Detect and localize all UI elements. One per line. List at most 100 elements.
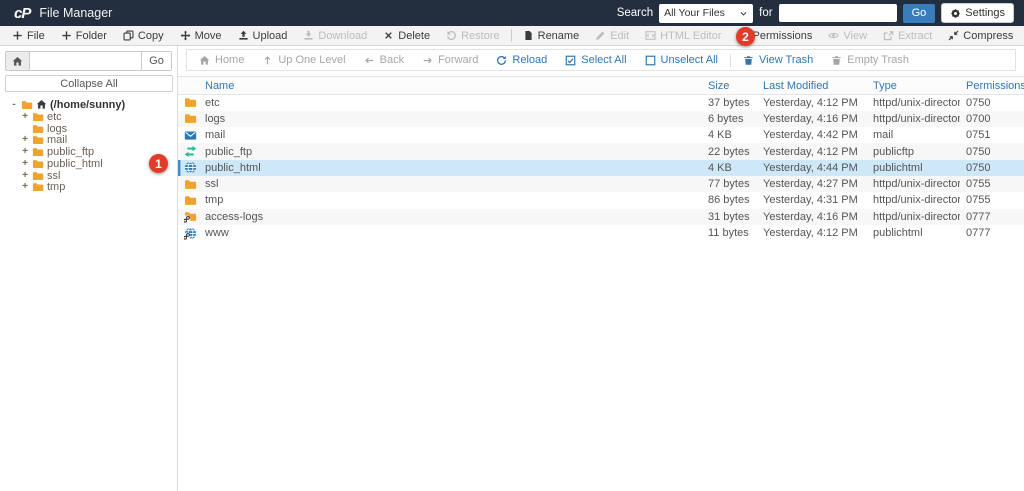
- extract-button-label: Extract: [898, 29, 933, 42]
- trash-icon: [831, 55, 842, 66]
- cpanel-logo: cP: [14, 4, 31, 22]
- column-header-permissions[interactable]: Permissions: [960, 76, 1024, 95]
- folder-button[interactable]: Folder: [53, 26, 115, 45]
- folder-button-label: Folder: [75, 29, 107, 42]
- file-last-modified: Yesterday, 4:27 PM: [763, 178, 858, 191]
- toolbar-separator: [730, 53, 732, 67]
- expand-expander[interactable]: +: [21, 111, 29, 122]
- nav-select-all-button[interactable]: Select All: [556, 54, 635, 66]
- tree-item-label: tmp: [47, 181, 66, 194]
- path-input[interactable]: [30, 52, 141, 70]
- compress-button-label: Compress: [963, 29, 1014, 42]
- table-row[interactable]: www 11 bytes Yesterday, 4:12 PM publichtml 0…: [178, 225, 1024, 241]
- page-title: File Manager: [39, 6, 113, 20]
- file-last-modified: Yesterday, 4:12 PM: [763, 145, 858, 158]
- copy-button[interactable]: Copy: [115, 26, 172, 45]
- globe-link-icon: [184, 227, 197, 240]
- edit-button: Edit: [587, 26, 637, 45]
- file-name: public_html: [205, 161, 261, 174]
- copy-icon: [123, 30, 134, 41]
- tree-item-mail[interactable]: + mail: [0, 134, 177, 146]
- search-go-button[interactable]: Go: [902, 3, 936, 23]
- upload-button[interactable]: Upload: [230, 26, 296, 45]
- search-term-input[interactable]: [778, 4, 897, 22]
- nav-back-label: Back: [379, 54, 405, 66]
- edit-button-label: Edit: [610, 29, 630, 42]
- column-header-size[interactable]: Size: [702, 76, 757, 95]
- column-header-name[interactable]: Name: [178, 76, 702, 95]
- extract-button: Extract: [875, 26, 940, 45]
- nav-view-trash-button[interactable]: View Trash: [734, 54, 822, 66]
- restore-button: Restore: [438, 26, 508, 45]
- tree-item-tmp[interactable]: + tmp: [0, 181, 177, 194]
- search-label: Search: [616, 7, 654, 19]
- path-input-group: Go: [5, 51, 172, 71]
- reload-icon: [496, 55, 507, 66]
- table-row[interactable]: ssl 77 bytes Yesterday, 4:27 PM httpd/unix-…: [178, 175, 1024, 193]
- expand-expander[interactable]: +: [21, 135, 29, 145]
- file-last-modified: Yesterday, 4:44 PM: [763, 161, 858, 174]
- file-name: etc: [205, 96, 220, 109]
- home-icon: [12, 56, 23, 67]
- toolbar-separator: [510, 29, 512, 42]
- table-row[interactable]: logs 6 bytes Yesterday, 4:16 PM httpd/unix-…: [178, 110, 1024, 128]
- nav-empty-trash-button: Empty Trash: [822, 54, 918, 66]
- table-row[interactable]: mail 4 KB Yesterday, 4:42 PM mail 0751: [178, 127, 1024, 143]
- file-size: 6 bytes: [708, 112, 744, 125]
- delete-button-label: Delete: [398, 29, 431, 42]
- folder-open-icon: [21, 99, 33, 111]
- file-size: 22 bytes: [708, 145, 750, 158]
- tree-item-logs[interactable]: logs: [0, 123, 177, 135]
- table-row[interactable]: access-logs 31 bytes Yesterday, 4:16 PM htt…: [178, 208, 1024, 225]
- delete-button[interactable]: Delete: [375, 26, 438, 45]
- file-type: mail: [873, 129, 894, 142]
- tree-item-etc[interactable]: + etc: [0, 111, 177, 123]
- expand-expander[interactable]: +: [21, 182, 29, 192]
- rename-button-label: Rename: [537, 29, 580, 42]
- download-button-label: Download: [318, 29, 368, 42]
- folder-icon: [32, 181, 44, 193]
- move-button[interactable]: Move: [172, 26, 230, 45]
- rename-button[interactable]: Rename: [515, 26, 588, 45]
- expand-expander[interactable]: +: [21, 158, 29, 169]
- settings-button[interactable]: Settings: [941, 3, 1014, 23]
- arrow-right-icon: [422, 55, 433, 66]
- file-type: httpd/unix-directory: [873, 96, 960, 109]
- nav-unselect-all-button[interactable]: Unselect All: [636, 54, 727, 66]
- collapse-all-button[interactable]: Collapse All: [5, 75, 173, 92]
- tree-item-label: public_ftp: [47, 146, 95, 159]
- expand-expander[interactable]: +: [21, 147, 29, 157]
- compress-button[interactable]: Compress: [940, 26, 1021, 45]
- expand-expander[interactable]: +: [21, 170, 29, 181]
- settings-label: Settings: [965, 7, 1005, 19]
- nav-forward-label: Forward: [438, 54, 479, 66]
- path-go-button[interactable]: Go: [141, 52, 171, 70]
- html-editor-button: HTML Editor: [637, 26, 729, 45]
- tree-item-label: mail: [47, 134, 68, 147]
- trash-icon: [743, 55, 754, 66]
- content-area: Go Collapse All - (/home/sunny) + etc lo…: [0, 46, 1024, 491]
- collapse-expander[interactable]: -: [10, 99, 18, 110]
- file-last-modified: Yesterday, 4:12 PM: [763, 227, 858, 240]
- folder-icon: [184, 194, 197, 207]
- view-button-label: View: [843, 29, 868, 42]
- table-row[interactable]: tmp 86 bytes Yesterday, 4:31 PM httpd/unix-…: [178, 192, 1024, 208]
- nav-up-one-level-label: Up One Level: [278, 54, 346, 66]
- table-row[interactable]: public_ftp 22 bytes Yesterday, 4:12 PM publ…: [178, 143, 1024, 160]
- column-header-last-modified[interactable]: Last Modified: [757, 76, 867, 95]
- file-name: logs: [205, 112, 226, 125]
- table-row[interactable]: etc 37 bytes Yesterday, 4:12 PM httpd/unix-…: [178, 95, 1024, 111]
- file-type: publicftp: [873, 145, 914, 158]
- tree-item-ssl[interactable]: + ssl: [0, 170, 177, 182]
- folder-icon: [32, 170, 44, 182]
- file-permissions: 0750: [966, 145, 991, 158]
- file-button[interactable]: File: [4, 26, 53, 45]
- nav-reload-button[interactable]: Reload: [487, 54, 556, 66]
- search-scope-select[interactable]: All Your Files: [659, 3, 754, 23]
- table-row[interactable]: public_html 4 KB Yesterday, 4:44 PM publich…: [178, 159, 1024, 176]
- for-label: for: [759, 7, 773, 19]
- column-header-type[interactable]: Type: [867, 76, 960, 95]
- tree-item-root[interactable]: - (/home/sunny): [0, 99, 177, 111]
- home-path-button[interactable]: [6, 52, 30, 70]
- file-type: publichtml: [873, 161, 923, 174]
